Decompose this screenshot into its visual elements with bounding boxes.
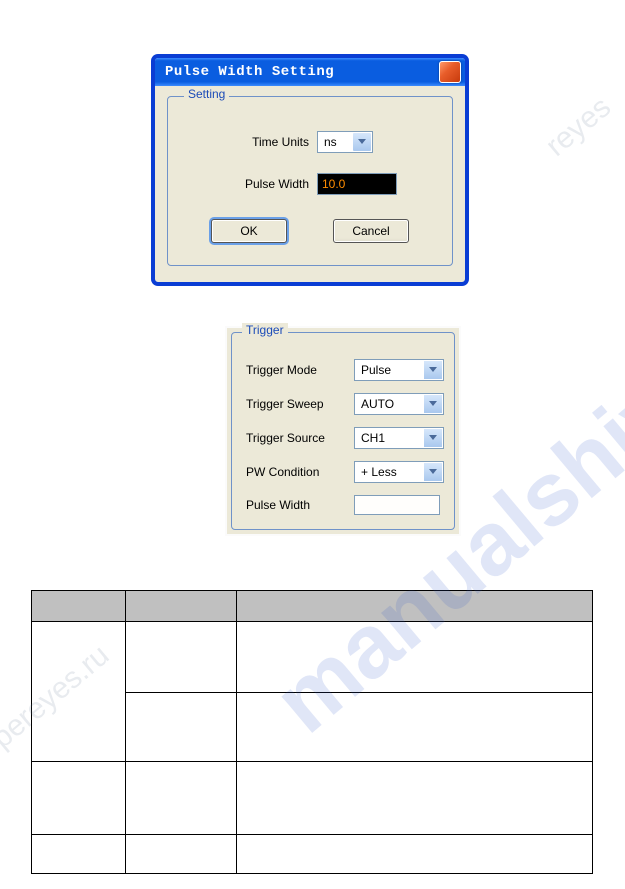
- table-cell: [237, 622, 593, 693]
- pw-condition-row: PW Condition + Less: [242, 461, 444, 483]
- time-units-value: ns: [318, 132, 352, 152]
- trigger-sweep-value: AUTO: [355, 394, 400, 414]
- titlebar[interactable]: Pulse Width Setting: [155, 58, 465, 86]
- setting-legend: Setting: [184, 87, 229, 101]
- trigger-pulse-width-display[interactable]: [354, 495, 440, 515]
- trigger-legend: Trigger: [242, 323, 288, 337]
- table-cell: [126, 835, 237, 874]
- trigger-source-select[interactable]: CH1: [354, 427, 444, 449]
- trigger-sweep-select[interactable]: AUTO: [354, 393, 444, 415]
- ok-button[interactable]: OK: [211, 219, 287, 243]
- table-cell: [32, 622, 126, 762]
- table-row: [32, 622, 593, 693]
- chevron-down-icon: [424, 395, 442, 413]
- table-header-row: [32, 591, 593, 622]
- trigger-source-value: CH1: [355, 428, 391, 448]
- trigger-mode-select[interactable]: Pulse: [354, 359, 444, 381]
- trigger-pulse-width-label: Pulse Width: [242, 498, 354, 512]
- table-header-cell: [32, 591, 126, 622]
- table-row: [32, 762, 593, 835]
- chevron-down-icon: [424, 463, 442, 481]
- trigger-sweep-row: Trigger Sweep AUTO: [242, 393, 444, 415]
- pw-condition-value: + Less: [355, 462, 403, 482]
- pulse-width-dialog: Pulse Width Setting Setting Time Units n…: [152, 55, 468, 285]
- watermark-small-2: reyes: [539, 90, 617, 163]
- table-cell: [126, 762, 237, 835]
- trigger-pulse-width-row: Pulse Width: [242, 495, 444, 515]
- doc-table: [31, 590, 593, 874]
- dialog-body: Setting Time Units ns Pulse Width OK Can…: [155, 86, 465, 282]
- table-cell: [237, 835, 593, 874]
- time-units-label: Time Units: [224, 135, 317, 149]
- table-cell: [32, 762, 126, 835]
- pulse-width-row: Pulse Width: [184, 173, 436, 195]
- cancel-button[interactable]: Cancel: [333, 219, 409, 243]
- trigger-mode-row: Trigger Mode Pulse: [242, 359, 444, 381]
- table-cell: [126, 693, 237, 762]
- table-row: [32, 835, 593, 874]
- trigger-panel: Trigger Trigger Mode Pulse Trigger Sweep…: [225, 326, 461, 536]
- time-units-row: Time Units ns: [184, 131, 436, 153]
- trigger-source-label: Trigger Source: [242, 431, 354, 445]
- chevron-down-icon: [424, 429, 442, 447]
- trigger-sweep-label: Trigger Sweep: [242, 397, 354, 411]
- trigger-mode-label: Trigger Mode: [242, 363, 354, 377]
- table-cell: [126, 622, 237, 693]
- time-units-select[interactable]: ns: [317, 131, 373, 153]
- close-button[interactable]: [439, 61, 461, 83]
- chevron-down-icon: [353, 133, 371, 151]
- pulse-width-input[interactable]: [317, 173, 397, 195]
- pw-condition-label: PW Condition: [242, 465, 354, 479]
- setting-fieldset: Setting Time Units ns Pulse Width OK Can…: [167, 96, 453, 266]
- trigger-mode-value: Pulse: [355, 360, 397, 380]
- table-cell: [237, 762, 593, 835]
- trigger-fieldset: Trigger Trigger Mode Pulse Trigger Sweep…: [231, 332, 455, 530]
- chevron-down-icon: [424, 361, 442, 379]
- dialog-title: Pulse Width Setting: [165, 64, 334, 80]
- table-header-cell: [237, 591, 593, 622]
- table-cell: [32, 835, 126, 874]
- pulse-width-label: Pulse Width: [224, 177, 317, 191]
- table-header-cell: [126, 591, 237, 622]
- pw-condition-select[interactable]: + Less: [354, 461, 444, 483]
- dialog-buttons: OK Cancel: [184, 219, 436, 243]
- trigger-source-row: Trigger Source CH1: [242, 427, 444, 449]
- table-cell: [237, 693, 593, 762]
